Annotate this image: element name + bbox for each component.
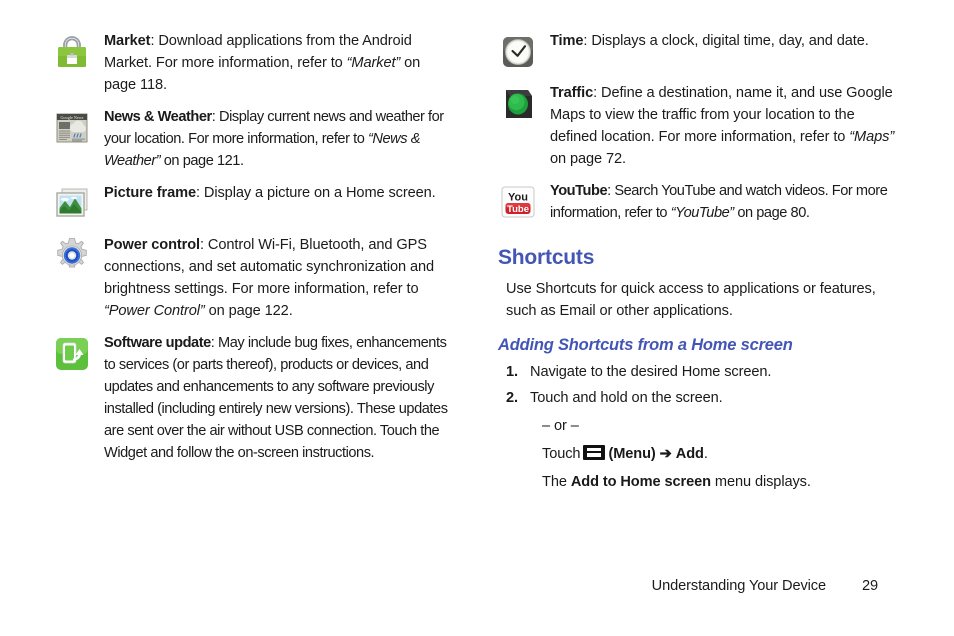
widget-entry-text: Market: Download applications from the A… bbox=[104, 30, 452, 96]
widget-entry-power-control: Power control: Control Wi-Fi, Bluetooth,… bbox=[52, 234, 452, 322]
widget-term: News & Weather bbox=[104, 109, 212, 125]
widget-entry-market: Market: Download applications from the A… bbox=[52, 30, 452, 96]
youtube-icon-art: You Tube bbox=[501, 186, 535, 218]
right-column: Time: Displays a clock, digital time, da… bbox=[498, 30, 898, 493]
step-item: 1. Navigate to the desired Home screen. bbox=[498, 361, 898, 383]
widget-body-2: on page 122. bbox=[204, 303, 293, 319]
widget-term: Picture frame bbox=[104, 185, 196, 201]
result-suffix: menu displays. bbox=[710, 474, 811, 490]
widget-entry-software-update: Software update: May include bug fixes, … bbox=[52, 332, 452, 464]
widget-body-1: : Display a picture on a Home screen. bbox=[195, 185, 436, 201]
step-number: 2. bbox=[506, 390, 518, 406]
steps-list: 1. Navigate to the desired Home screen. … bbox=[498, 361, 898, 409]
time-clock-icon bbox=[498, 32, 538, 72]
or-separator: – or – bbox=[542, 418, 579, 434]
widget-reference: “Maps” bbox=[849, 129, 895, 145]
android-market-icon-art bbox=[58, 36, 86, 67]
svg-text:Tube: Tube bbox=[507, 204, 529, 215]
widget-entry-text: Picture frame: Display a picture on a Ho… bbox=[104, 182, 452, 204]
widget-body-1: : Displays a clock, digital time, day, a… bbox=[583, 33, 869, 49]
widget-entry-traffic: Traffic: Define a destination, name it, … bbox=[498, 82, 898, 170]
software-update-icon bbox=[52, 334, 92, 374]
add-menu-item-label: Add bbox=[675, 446, 704, 462]
widget-reference: “Power Control” bbox=[104, 303, 205, 319]
menu-icon bbox=[583, 445, 606, 460]
widget-term: YouTube bbox=[550, 183, 608, 199]
widget-entry-youtube: You Tube YouTube: Search YouTube and wat… bbox=[498, 180, 898, 224]
widget-term: Traffic bbox=[550, 85, 594, 101]
step-item: 2. Touch and hold on the screen. bbox=[498, 387, 898, 409]
widget-entry-text: YouTube: Search YouTube and watch videos… bbox=[550, 180, 898, 224]
arrow-icon: ➔ bbox=[659, 446, 672, 462]
picture-frame-icon-art bbox=[56, 188, 88, 217]
section-heading-shortcuts: Shortcuts bbox=[498, 246, 595, 269]
youtube-icon: You Tube bbox=[498, 182, 538, 222]
widget-term: Market bbox=[104, 33, 151, 49]
widget-entry-picture-frame: Picture frame: Display a picture on a Ho… bbox=[52, 182, 452, 224]
widget-entry-news-and-weather: Google News News & Weather: Display curr… bbox=[52, 106, 452, 172]
widget-entry-time: Time: Displays a clock, digital time, da… bbox=[498, 30, 898, 72]
result-prefix: The bbox=[542, 474, 571, 490]
widget-reference: “YouTube” bbox=[670, 205, 734, 221]
widget-entry-text: Traffic: Define a destination, name it, … bbox=[550, 82, 898, 170]
footer-section-title: Understanding Your Device bbox=[651, 578, 827, 594]
step-text: Touch and hold on the screen. bbox=[530, 390, 723, 406]
instruction-period: . bbox=[703, 446, 708, 462]
svg-text:Google News: Google News bbox=[61, 115, 84, 120]
news-and-weather-icon: Google News bbox=[52, 108, 92, 148]
widget-reference: “Market” bbox=[346, 55, 401, 71]
news-and-weather-icon-art: Google News bbox=[56, 113, 88, 143]
power-control-icon bbox=[52, 236, 92, 276]
widget-term: Power control bbox=[104, 237, 201, 253]
step-text: Navigate to the desired Home screen. bbox=[530, 364, 772, 380]
result-menu-name: Add to Home screen bbox=[570, 474, 711, 490]
page-footer: Understanding Your Device 29 bbox=[0, 578, 954, 594]
widget-entry-text: Power control: Control Wi-Fi, Bluetooth,… bbox=[104, 234, 452, 322]
footer-page-number: 29 bbox=[861, 578, 878, 594]
widget-term: Time bbox=[550, 33, 584, 49]
widget-body-2: on page 80. bbox=[733, 205, 810, 221]
widget-entry-text: News & Weather: Display current news and… bbox=[104, 106, 452, 172]
widget-entry-text: Time: Displays a clock, digital time, da… bbox=[550, 30, 898, 52]
traffic-light-icon-art bbox=[502, 88, 534, 120]
left-column: Market: Download applications from the A… bbox=[52, 30, 452, 474]
result-statement: The Add to Home screen menu displays. bbox=[542, 471, 898, 493]
shortcuts-intro-paragraph: Use Shortcuts for quick access to applic… bbox=[506, 281, 876, 319]
touch-menu-add-instruction: Touch (Menu) ➔ Add. bbox=[542, 443, 898, 465]
widget-term: Software update bbox=[104, 335, 211, 351]
picture-frame-icon bbox=[52, 184, 92, 224]
widget-body-1: : May include bug fixes, enhancements to… bbox=[104, 335, 448, 461]
widget-body-2: on page 121. bbox=[160, 153, 244, 169]
widget-body-2: on page 72. bbox=[550, 151, 626, 167]
menu-label: (Menu) bbox=[608, 446, 656, 462]
svg-text:You: You bbox=[508, 192, 528, 204]
power-control-icon-art bbox=[57, 238, 87, 268]
android-market-icon bbox=[52, 32, 92, 72]
touch-label: Touch bbox=[542, 446, 581, 462]
subsection-heading-adding-shortcuts: Adding Shortcuts from a Home screen bbox=[498, 336, 793, 354]
time-clock-icon-art bbox=[503, 37, 533, 67]
manual-page: Market: Download applications from the A… bbox=[0, 0, 954, 636]
widget-body-1: : Define a destination, name it, and use… bbox=[550, 85, 893, 145]
traffic-light-icon bbox=[498, 84, 538, 124]
software-update-icon-art bbox=[56, 338, 88, 370]
step-number: 1. bbox=[506, 364, 518, 380]
widget-entry-text: Software update: May include bug fixes, … bbox=[104, 332, 452, 464]
